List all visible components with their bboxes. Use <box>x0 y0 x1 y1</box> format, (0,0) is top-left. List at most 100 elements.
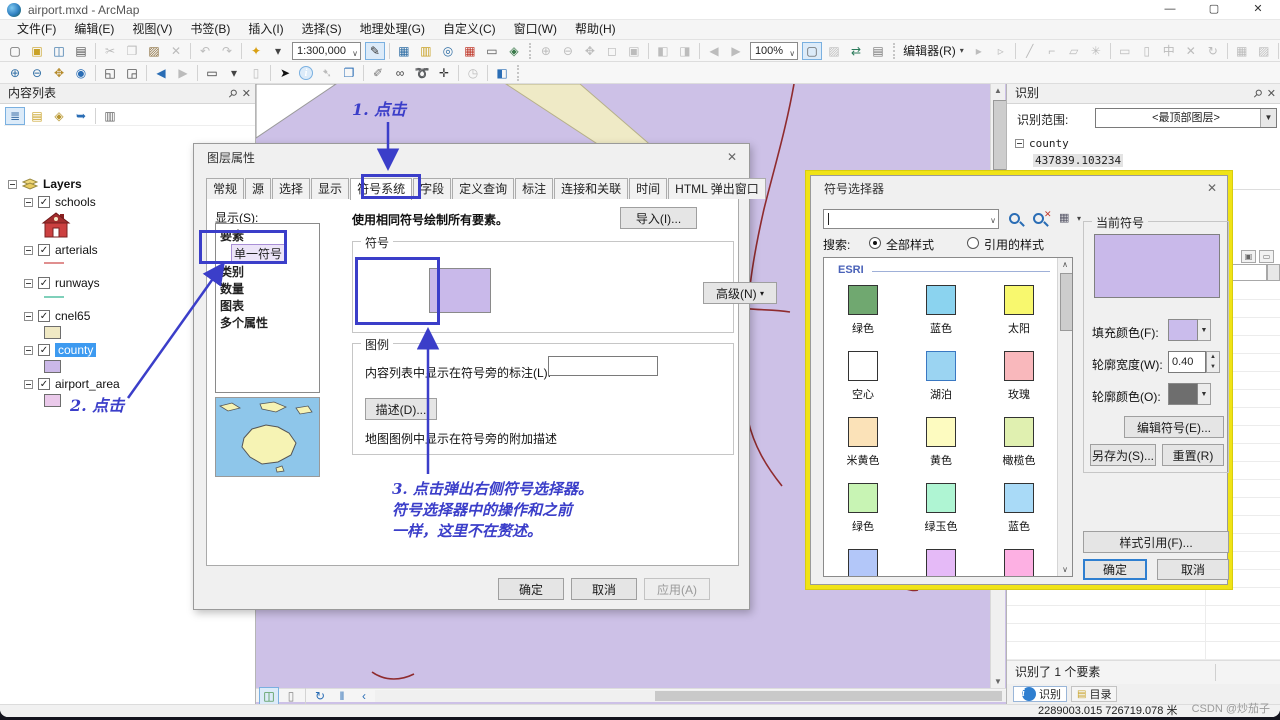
symbol-swatch-14[interactable] <box>980 544 1058 577</box>
back-extent-icon[interactable]: ◀ <box>151 64 171 82</box>
pin-icon[interactable]: ⚲ <box>1247 85 1266 104</box>
layer-checkbox[interactable]: ✓ <box>38 310 50 322</box>
import-button[interactable]: 导入(I)... <box>620 207 697 229</box>
tab-definition-query[interactable]: 定义查询 <box>452 178 514 199</box>
go-to-xy-icon[interactable]: ✛ <box>434 64 454 82</box>
new-document-icon[interactable]: ▢ <box>5 42 25 60</box>
html-popup-icon[interactable]: ❐ <box>339 64 359 82</box>
arctoolbox-icon[interactable]: ▦ <box>460 42 480 60</box>
outline-width-stepper[interactable]: ▲▼ <box>1206 351 1220 373</box>
symbol-swatch-6[interactable]: 米黄色 <box>824 412 902 478</box>
scroll-down-icon[interactable]: ∨ <box>1058 565 1072 574</box>
editor-menu-button[interactable]: 编辑器(R)▾ <box>899 42 968 59</box>
pause-drawing-icon[interactable]: ‖ <box>332 687 352 705</box>
ok-button[interactable]: 确定 <box>498 578 564 600</box>
renderer-features[interactable]: 要素 <box>220 227 244 244</box>
layer-checkbox[interactable]: ✓ <box>38 244 50 256</box>
add-data-caret-icon[interactable]: ▾ <box>268 42 288 60</box>
search-icon[interactable] <box>1009 213 1020 224</box>
symbol-swatch-4[interactable]: 湖泊 <box>902 346 980 412</box>
toc-layer-county[interactable]: ✓ county <box>24 342 96 358</box>
zoom-in-icon[interactable]: ⊕ <box>5 64 25 82</box>
airport-area-fill-symbol[interactable] <box>44 394 61 407</box>
viewer-window-icon[interactable]: ◧ <box>492 64 512 82</box>
save-as-button[interactable]: 另存为(S)... <box>1090 444 1156 466</box>
toc-layer-schools[interactable]: ✓ schools <box>24 194 96 210</box>
menu-view[interactable]: 视图(V) <box>123 20 181 39</box>
toc-root-layers[interactable]: Layers <box>8 176 82 192</box>
arterials-line-symbol[interactable] <box>44 262 64 264</box>
toc-layer-arterials[interactable]: ✓ arterials <box>24 242 98 258</box>
clear-search-icon[interactable]: ✕ <box>1033 213 1044 224</box>
back-nav-icon[interactable]: ‹ <box>354 687 374 705</box>
pan-icon[interactable]: ✥ <box>49 64 69 82</box>
collapse-icon[interactable] <box>24 346 33 355</box>
legend-label-input[interactable] <box>548 356 658 376</box>
collapse-icon[interactable] <box>24 279 33 288</box>
toc-layer-runways[interactable]: ✓ runways <box>24 275 100 291</box>
tab-general[interactable]: 常规 <box>206 178 244 199</box>
scale-combo[interactable]: 1:300,000∨ <box>292 42 361 60</box>
collapse-icon[interactable] <box>24 312 33 321</box>
tab-fields[interactable]: 字段 <box>413 178 451 199</box>
tab-time[interactable]: 时间 <box>629 178 667 199</box>
symbol-swatch-2[interactable]: 太阳 <box>980 280 1058 346</box>
focus-dataframe-icon[interactable]: ▢ <box>802 42 822 60</box>
symbol-swatch-0[interactable]: 绿色 <box>824 280 902 346</box>
find-route-icon[interactable]: ➰ <box>412 64 432 82</box>
current-symbol-swatch[interactable] <box>429 268 491 313</box>
tab-catalog[interactable]: ▤ 目录 <box>1071 686 1117 702</box>
identify-scope-combo[interactable]: <最顶部图层> ▼ <box>1095 108 1277 128</box>
layer-checkbox[interactable]: ✓ <box>38 196 50 208</box>
menu-help[interactable]: 帮助(H) <box>566 20 625 39</box>
outline-color-picker[interactable]: ▼ <box>1168 383 1211 405</box>
data-driven-pages-icon[interactable]: ▤ <box>868 42 888 60</box>
close-icon[interactable]: ✕ <box>723 150 741 164</box>
close-icon[interactable]: ✕ <box>1267 88 1276 100</box>
cancel-button[interactable]: 取消 <box>1157 559 1229 580</box>
modelbuilder-icon[interactable]: ◈ <box>504 42 524 60</box>
catalog-window-icon[interactable]: ▥ <box>416 42 436 60</box>
menu-bookmarks[interactable]: 书签(B) <box>181 20 239 39</box>
minimize-button[interactable]: — <box>1148 0 1192 20</box>
symbol-swatch-7[interactable]: 黄色 <box>902 412 980 478</box>
toc-layer-airport-area[interactable]: ✓ airport_area <box>24 376 120 392</box>
identify-tree-parent[interactable]: county <box>1015 137 1069 150</box>
data-driven-refresh-icon[interactable]: ⇄ <box>846 42 866 60</box>
layer-checkbox[interactable]: ✓ <box>38 344 50 356</box>
zoom-out-icon[interactable]: ⊖ <box>27 64 47 82</box>
maximize-button[interactable]: ▢ <box>1192 0 1236 20</box>
find-icon[interactable]: ∞ <box>390 64 410 82</box>
identify-icon[interactable]: i <box>299 66 313 80</box>
open-folder-icon[interactable]: ▣ <box>27 42 47 60</box>
reset-button[interactable]: 重置(R) <box>1162 444 1224 466</box>
symbol-swatch-10[interactable]: 绿玉色 <box>902 478 980 544</box>
renderer-categories[interactable]: 类别 <box>220 263 244 280</box>
symbol-swatch-8[interactable]: 橄榄色 <box>980 412 1058 478</box>
refresh-view-icon[interactable]: ↻ <box>310 687 330 705</box>
symbol-swatch-1[interactable]: 蓝色 <box>902 280 980 346</box>
menu-file[interactable]: 文件(F) <box>8 20 65 39</box>
close-button[interactable]: ✕ <box>1236 0 1280 20</box>
renderer-single-symbol[interactable]: 单一符号 <box>231 244 285 263</box>
advanced-button[interactable]: 高级(N) ▾ <box>703 282 777 304</box>
tab-identify[interactable]: i 识别 <box>1013 686 1067 702</box>
symbol-swatch-5[interactable]: 玫瑰 <box>980 346 1058 412</box>
print-icon[interactable]: ▤ <box>71 42 91 60</box>
editor-pencil-icon[interactable]: ✎ <box>365 42 385 60</box>
close-icon[interactable]: ✕ <box>1203 181 1221 195</box>
menu-edit[interactable]: 编辑(E) <box>65 20 123 39</box>
edit-symbol-button[interactable]: 编辑符号(E)... <box>1124 416 1224 438</box>
menu-insert[interactable]: 插入(I) <box>239 20 292 39</box>
fill-color-picker[interactable]: ▼ <box>1168 319 1211 341</box>
renderer-charts[interactable]: 图表 <box>220 297 244 314</box>
tab-html-popup[interactable]: HTML 弹出窗口 <box>668 178 766 199</box>
collapse-icon[interactable] <box>24 246 33 255</box>
measure-icon[interactable]: ✐ <box>368 64 388 82</box>
style-references-button[interactable]: 样式引用(F)... <box>1083 531 1229 553</box>
tab-symbology[interactable]: 符号系统 <box>350 178 412 200</box>
pin-icon[interactable]: ⚲ <box>222 85 241 104</box>
close-icon[interactable]: ✕ <box>242 88 251 100</box>
fixed-zoom-in-icon[interactable]: ◱ <box>100 64 120 82</box>
paste-icon[interactable]: ▨ <box>144 42 164 60</box>
